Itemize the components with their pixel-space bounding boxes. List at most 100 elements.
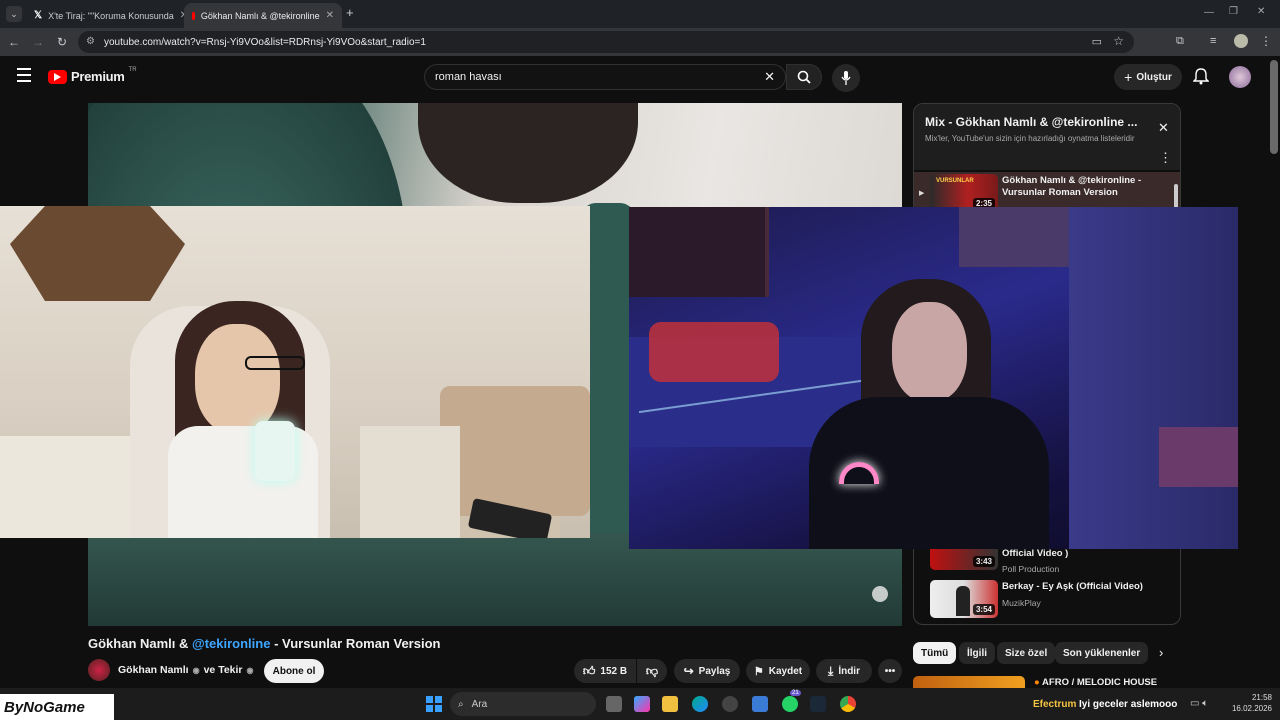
video-title-mention-link[interactable]: @tekironline: [192, 636, 270, 651]
thumbnail-text: VURSUNLAR: [936, 178, 974, 184]
chip-label: Son yüklenenler: [1063, 647, 1141, 659]
new-tab-button[interactable]: +: [346, 5, 354, 20]
account-avatar[interactable]: [1229, 66, 1251, 88]
minimize-button[interactable]: —: [1204, 7, 1214, 18]
bookmark-star-icon[interactable]: ☆: [1113, 34, 1124, 48]
chip-recent-uploads[interactable]: Son yüklenenler: [1055, 642, 1149, 664]
system-tray-icons[interactable]: ▭ 🔈︎: [1190, 698, 1208, 709]
notifications-bell-icon[interactable]: [1193, 68, 1209, 85]
webcam-overlay-left: [0, 206, 590, 538]
duration-badge: 3:54: [972, 604, 995, 615]
duration-badge: 3:43: [972, 556, 995, 567]
playlist-title[interactable]: Mix - Gökhan Namlı & @tekironline ...: [925, 115, 1145, 129]
whatsapp-icon[interactable]: 21: [782, 690, 801, 712]
channel-names[interactable]: Gökhan Namlı ◉ ve Tekir ◉: [118, 664, 254, 676]
playlist-item-title: Berkay - Ey Aşk (Official Video): [1002, 581, 1143, 592]
chip-label: Size özel: [1005, 647, 1048, 659]
page-scrollbar[interactable]: [1270, 60, 1278, 154]
clock-time: 21:58: [1251, 693, 1272, 702]
like-count: 152 B: [600, 665, 628, 677]
url-text: youtube.com/watch?v=Rnsj-Yi9VOo&list=RDR…: [104, 36, 426, 48]
next-video-title[interactable]: ● AFRO / MELODIC HOUSE: [1034, 677, 1157, 688]
close-playlist-icon[interactable]: ✕: [1158, 120, 1169, 136]
back-icon[interactable]: ←: [6, 34, 22, 50]
share-label: Paylaş: [698, 665, 731, 677]
clear-search-icon[interactable]: ✕: [764, 69, 775, 85]
playlist-item[interactable]: 3:54 Berkay - Ey Aşk (Official Video) Mu…: [914, 578, 1180, 622]
windows-taskbar: ByNoGame ⌕ Ara 21 Efectrum Iyi geceler a…: [0, 688, 1280, 720]
download-label: İndir: [838, 665, 860, 677]
search-input[interactable]: roman havası ✕: [424, 64, 786, 90]
chip-related[interactable]: İlgili: [959, 642, 995, 664]
site-info-icon[interactable]: ⚙: [86, 36, 95, 47]
region-code: TR: [128, 66, 137, 73]
clock-date: 16.02.2026: [1231, 704, 1272, 713]
subscribe-label: Abone ol: [272, 665, 316, 677]
steam-icon[interactable]: [810, 696, 826, 712]
windows-start-icon[interactable]: [426, 696, 442, 712]
reload-icon[interactable]: ↻: [54, 34, 70, 50]
tab-search-button[interactable]: ⌄: [6, 6, 22, 22]
search-button[interactable]: [786, 64, 822, 90]
close-icon[interactable]: ✕: [326, 10, 334, 21]
extensions-icon[interactable]: ⧉: [1176, 35, 1184, 48]
playlist-subtitle: Mix'ler, YouTube'un sizin için hazırladı…: [925, 134, 1135, 143]
voice-search-button[interactable]: [832, 64, 860, 92]
save-button[interactable]: ⚑ Kaydet: [746, 659, 810, 683]
window-close-button[interactable]: ✕: [1257, 6, 1265, 17]
notification-badge: 21: [790, 690, 801, 696]
dislike-button[interactable]: 👎︎: [637, 659, 667, 683]
chip-label: İlgili: [967, 647, 987, 659]
collab-channel-name[interactable]: ve Tekir: [204, 664, 243, 676]
channel-name[interactable]: Gökhan Namlı: [118, 664, 189, 676]
edge-icon[interactable]: [692, 696, 708, 712]
create-button[interactable]: + Oluştur: [1114, 64, 1182, 90]
next-video-thumbnail[interactable]: [913, 676, 1025, 688]
tab-x-title: X'te Tiraj: ""Koruma Konusunda: [48, 10, 174, 21]
clock[interactable]: 21:58 16.02.2026: [1228, 692, 1272, 714]
playlist-thumbnail: 3:54: [930, 580, 998, 618]
tab-x[interactable]: 𝕏 X'te Tiraj: ""Koruma Konusunda ✕: [26, 3, 184, 28]
hamburger-menu-icon[interactable]: [17, 68, 31, 82]
channel-avatar[interactable]: [88, 659, 110, 681]
bynogame-logo: ByNoGame: [0, 694, 114, 720]
fire-icon: ●: [1034, 677, 1040, 688]
like-button[interactable]: 👍︎ 152 B: [574, 659, 636, 683]
plus-icon: +: [1124, 69, 1133, 85]
chevron-right-icon[interactable]: ›: [1159, 645, 1163, 660]
search-icon: ⌕: [458, 698, 464, 710]
reading-list-icon[interactable]: ≡: [1210, 35, 1216, 47]
task-view-icon[interactable]: [606, 696, 622, 712]
thumbs-up-icon: 👍︎: [582, 663, 596, 678]
file-explorer-icon[interactable]: [662, 696, 678, 712]
more-horizontal-icon: •••: [884, 665, 896, 677]
subscribe-button[interactable]: Abone ol: [264, 659, 324, 683]
playlist-header: Mix - Gökhan Namlı & @tekironline ... Mi…: [914, 104, 1180, 170]
store-icon[interactable]: [752, 696, 768, 712]
search-input-value: roman havası: [435, 71, 502, 83]
bookmark-icon: ⚑: [753, 665, 764, 678]
verified-icon: ◉: [192, 665, 200, 675]
tab-youtube[interactable]: Gökhan Namlı & @tekironline ✕: [184, 3, 342, 28]
chip-label: Tümü: [921, 647, 949, 659]
copilot-icon[interactable]: [634, 696, 650, 712]
obs-icon[interactable]: [722, 696, 738, 712]
chip-for-you[interactable]: Size özel: [997, 642, 1056, 664]
webcam-overlay-right: [629, 207, 1238, 549]
url-field[interactable]: ⚙ youtube.com/watch?v=Rnsj-Yi9VOo&list=R…: [78, 31, 1134, 53]
profile-avatar[interactable]: [1234, 34, 1248, 48]
chip-all[interactable]: Tümü: [913, 642, 957, 664]
youtube-premium-logo[interactable]: Premium TR: [48, 66, 137, 84]
browser-menu-icon[interactable]: ⋮: [1260, 34, 1272, 48]
taskbar-search[interactable]: ⌕ Ara: [450, 692, 596, 716]
chrome-icon[interactable]: [840, 696, 856, 712]
verified-icon: ◉: [246, 665, 254, 675]
playlist-menu-icon[interactable]: ⋮: [1159, 150, 1172, 166]
more-actions-button[interactable]: •••: [878, 659, 902, 683]
forward-icon[interactable]: →: [30, 34, 46, 50]
cast-icon[interactable]: ▭: [1092, 35, 1102, 48]
share-button[interactable]: ↪ Paylaş: [674, 659, 740, 683]
download-button[interactable]: ⤓ İndir: [816, 659, 872, 683]
channel-watermark-icon[interactable]: [872, 586, 888, 602]
maximize-button[interactable]: ❐: [1229, 6, 1238, 17]
